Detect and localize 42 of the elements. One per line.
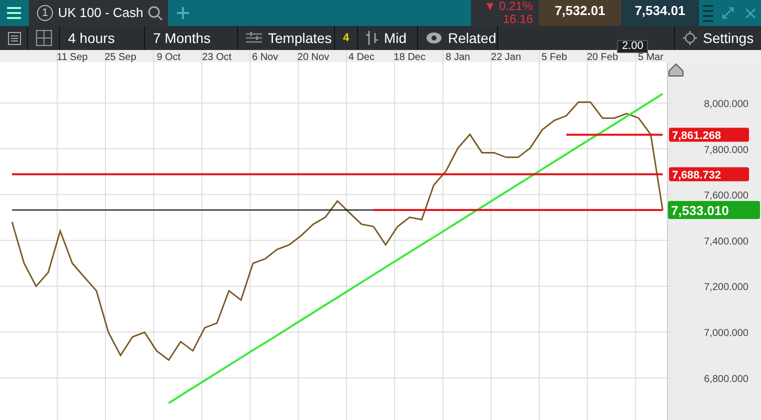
date-label: 20 Nov	[297, 52, 330, 63]
horizontal-line[interactable]	[12, 173, 663, 176]
date-label: 4 Dec	[348, 52, 375, 63]
date-label: 6 Nov	[252, 52, 278, 63]
gear-icon	[683, 31, 697, 45]
price-label: 7,200.000	[704, 282, 748, 294]
date-label: 25 Sep	[104, 52, 136, 63]
down-arrow-icon: ▼	[484, 0, 496, 13]
search-icon[interactable]	[148, 6, 164, 20]
tab-number: 1	[37, 5, 53, 21]
eye-icon	[426, 32, 442, 44]
price-label: 7,600.000	[704, 190, 748, 202]
grid-icon	[36, 30, 52, 46]
price-marker: 7,533.010	[668, 200, 760, 219]
price-label: 6,800.000	[704, 374, 748, 385]
settings-button[interactable]: Settings	[675, 26, 761, 50]
horizontal-line[interactable]	[566, 134, 663, 136]
spread-value: 2.00	[617, 40, 648, 53]
change-percent: 0.21%	[498, 0, 533, 13]
ask-price[interactable]: 7,534.01	[621, 0, 699, 26]
tab-title: UK 100 - Cash	[58, 4, 144, 22]
date-label: 18 Dec	[394, 52, 426, 63]
price-label: 8,000.000	[704, 99, 748, 110]
price-label: 7,000.000	[704, 328, 748, 340]
price-marker: 7,688.732	[669, 167, 749, 182]
date-label: 8 Jan	[446, 52, 470, 63]
bid-price[interactable]: 7,532.01	[539, 0, 621, 26]
date-label: 9 Oct	[156, 52, 181, 63]
date-label: 22 Jan	[491, 52, 522, 63]
price-label: 7,800.000	[704, 144, 748, 156]
list-icon	[8, 32, 21, 44]
date-label: 11 Sep	[56, 52, 88, 63]
date-label: 5 Feb	[541, 52, 568, 63]
date-label: 23 Oct	[202, 52, 232, 63]
date-label: 20 Feb	[586, 52, 618, 63]
price-bars-icon	[366, 31, 378, 45]
sliders-icon	[246, 32, 262, 44]
price-marker: 7,861.268	[669, 128, 749, 142]
instrument-tab[interactable]: 1 UK 100 - Cash	[29, 0, 168, 26]
date-label: 5 Mar	[638, 52, 664, 63]
price-label: 7,400.000	[704, 236, 748, 248]
change-points: 16.16	[502, 13, 533, 26]
